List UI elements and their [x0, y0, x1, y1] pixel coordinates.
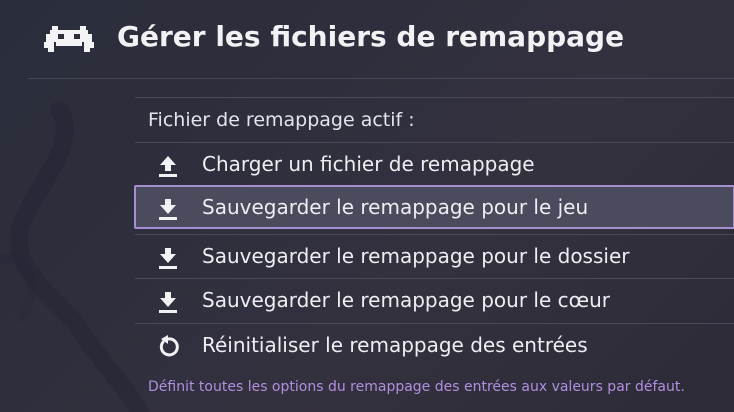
item-description: Définit toutes les options du remappage … [148, 379, 685, 395]
download-icon [159, 199, 177, 220]
upload-icon [159, 156, 177, 177]
menu-item-label: Sauvegarder le remappage pour le cœur [202, 288, 610, 312]
download-icon [159, 248, 177, 269]
page-header: Gérer les fichiers de remappage [0, 0, 734, 78]
save-remap-directory-item[interactable]: Sauvegarder le remappage pour le dossier [135, 234, 734, 278]
active-remap-file-label: Fichier de remappage actif : [148, 109, 415, 131]
menu-item-label: Sauvegarder le remappage pour le jeu [202, 195, 589, 219]
menu-item-label: Charger un fichier de remappage [202, 152, 535, 176]
reset-remap-item[interactable]: Réinitialiser le remappage des entrées [135, 323, 734, 367]
page-title: Gérer les fichiers de remappage [117, 20, 625, 53]
menu-item-label: Réinitialiser le remappage des entrées [202, 333, 588, 357]
header-divider [28, 78, 734, 79]
download-icon [159, 292, 177, 313]
retroarch-invader-icon [44, 26, 94, 52]
load-remap-file-item[interactable]: Charger un fichier de remappage [135, 142, 734, 186]
save-remap-core-item[interactable]: Sauvegarder le remappage pour le cœur [135, 278, 734, 322]
menu-divider [135, 97, 734, 98]
menu-item-label: Sauvegarder le remappage pour le dossier [202, 244, 630, 268]
reset-icon [159, 335, 179, 357]
save-remap-game-item[interactable]: Sauvegarder le remappage pour le jeu [134, 185, 734, 229]
